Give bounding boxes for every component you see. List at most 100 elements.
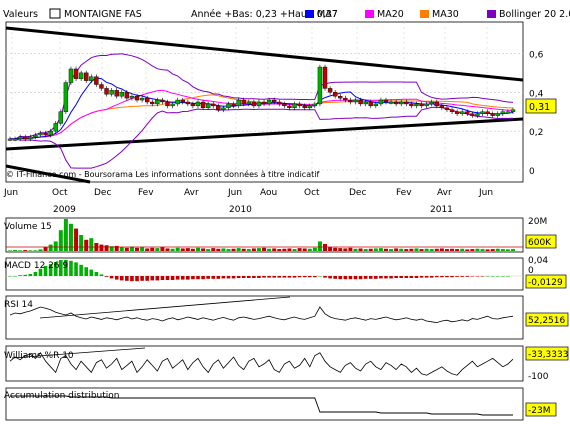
volume-bar: [353, 248, 358, 251]
ma20-line: [10, 89, 514, 140]
legend-label-0: MA7: [317, 9, 338, 20]
candle-body: [373, 103, 379, 107]
volume-bar: [389, 249, 394, 251]
macd-bar: [485, 276, 490, 277]
volume-bar: [399, 248, 404, 251]
macd-bar: [343, 276, 348, 280]
candle-body: [261, 101, 267, 105]
macd-bar: [155, 276, 160, 281]
candle-body: [221, 107, 226, 110]
volume-bar: [89, 238, 94, 251]
volume-bar: [195, 247, 200, 251]
candle-body: [383, 99, 389, 103]
candle-body: [495, 113, 500, 116]
volume-bar: [368, 248, 373, 251]
macd-bar: [114, 276, 119, 280]
candle-body: [216, 105, 221, 110]
volume-bar: [119, 247, 124, 251]
x-label-1: Oct: [52, 188, 68, 198]
candle-body: [399, 101, 404, 105]
macd-bar: [216, 276, 221, 279]
candle-body: [292, 103, 297, 109]
year-range: Année +Bas: 0,23 +Haut: 0,37: [191, 9, 338, 20]
candle-body: [175, 99, 180, 105]
macd-bar: [465, 276, 470, 277]
x-label-3: Fev: [138, 188, 154, 198]
candle-body: [404, 101, 409, 105]
volume-bar: [338, 248, 343, 251]
volume-bar: [170, 248, 175, 251]
candle-body: [485, 111, 490, 114]
x-label-5: Jun: [227, 188, 242, 198]
macd-bar: [140, 276, 144, 281]
candle-body: [480, 111, 485, 114]
macd-bar: [262, 276, 266, 278]
candle-body: [307, 105, 312, 109]
series-checkbox[interactable]: [49, 8, 61, 19]
macd-tick-top: 0,04: [528, 256, 548, 266]
candle-body: [490, 113, 495, 116]
candle-body: [251, 101, 257, 107]
macd-bar: [501, 276, 505, 277]
candle-body: [393, 101, 399, 105]
volume-bar: [323, 243, 328, 251]
volume-bar: [236, 248, 241, 251]
volume-bar: [155, 248, 160, 251]
macd-bar: [450, 276, 454, 278]
volume-bar: [450, 248, 455, 251]
candle-body: [424, 103, 429, 107]
volume-bar: [38, 249, 43, 251]
williams-tick-bottom: -100: [528, 372, 549, 382]
candle-body: [459, 111, 465, 114]
macd-bar: [221, 276, 226, 279]
volume-bar: [201, 248, 206, 251]
candle-body: [236, 99, 241, 107]
macd-bar: [394, 276, 398, 278]
volume-bar: [231, 248, 236, 251]
volume-bar: [165, 248, 170, 251]
volume-bar: [262, 247, 267, 251]
macd-bar: [28, 274, 33, 276]
x-label-4: Avr: [184, 188, 199, 198]
candle-body: [241, 99, 246, 105]
x-label-0: Jun: [3, 188, 18, 198]
macd-bar: [191, 276, 195, 280]
candle-body: [12, 138, 18, 141]
volume-bar: [490, 249, 495, 251]
year-label-2: 2011: [430, 205, 453, 215]
volume-bar: [180, 248, 185, 251]
macd-bar: [267, 276, 271, 278]
candle-body: [246, 101, 251, 105]
volume-bar: [185, 248, 190, 251]
candle-body: [358, 99, 363, 105]
macd-bar: [460, 276, 464, 277]
macd-bar: [186, 276, 190, 280]
lower-trendline: [5, 117, 524, 151]
volume-bar: [373, 248, 378, 251]
candle-body: [465, 111, 470, 114]
candle-body: [470, 113, 475, 116]
williams-line: [9, 347, 514, 376]
volume-bar: [511, 249, 515, 251]
x-label-6: Aou: [260, 188, 277, 198]
volume-bar: [211, 248, 216, 251]
volume-bar: [63, 219, 68, 251]
x-label-10: Avr: [437, 188, 452, 198]
macd-bar: [384, 276, 388, 279]
macd-bar: [236, 276, 241, 278]
macd-bar: [135, 276, 139, 282]
macd-bar: [201, 276, 205, 280]
macd-bar: [338, 276, 343, 280]
year-label-0: 2009: [53, 205, 76, 215]
candle-body: [272, 99, 277, 103]
macd-bar: [18, 275, 22, 276]
price-value-box: 0,31: [525, 98, 557, 114]
candle-body: [388, 101, 394, 104]
ma30-line: [10, 94, 514, 140]
macd-bar: [368, 276, 373, 279]
macd-bar: [470, 276, 475, 277]
candle-body: [114, 90, 119, 97]
candle-body: [109, 90, 114, 95]
legend-swatch-3: [487, 10, 496, 18]
macd-bar: [89, 269, 94, 276]
